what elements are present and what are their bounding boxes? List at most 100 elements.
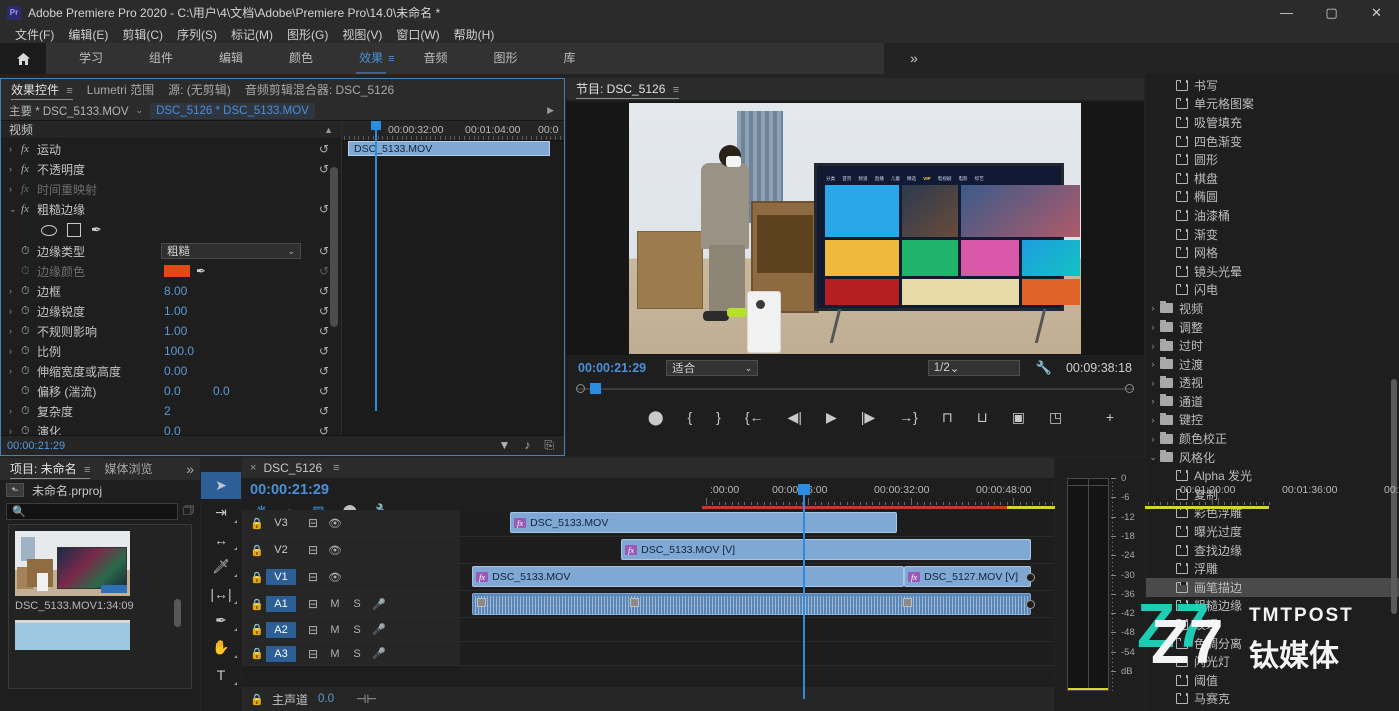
effects-folder-row[interactable]: › 通道 [1146, 392, 1399, 411]
timeline-clip[interactable]: fx DSC_5133.MOV [V] [621, 539, 1031, 560]
param-value[interactable]: 1.00 [164, 304, 187, 318]
timeline-current-timecode[interactable]: 00:00:21:29 [242, 478, 462, 498]
twirl-icon[interactable]: › [1146, 322, 1160, 332]
video-section-header[interactable]: 视频 ▲ [1, 121, 341, 139]
effects-item-row[interactable]: 画笔描边 [1146, 578, 1399, 597]
export-frame-button[interactable]: ▣ [1012, 409, 1025, 426]
rectangle-mask-icon[interactable] [67, 223, 81, 237]
workspace-tab-libraries[interactable]: 库 [541, 43, 599, 74]
effects-item-row[interactable]: 闪光灯 [1146, 652, 1399, 671]
timeline-clip[interactable] [472, 593, 1035, 615]
workspace-tab-editing[interactable]: 编辑 [196, 43, 266, 74]
menu-window[interactable]: 窗口(W) [389, 26, 446, 43]
slip-tool[interactable]: |↔| [201, 580, 241, 607]
lock-icon[interactable]: 🔒 [250, 693, 266, 706]
menu-edit[interactable]: 编辑(E) [61, 26, 115, 43]
stopwatch-icon[interactable]: ⏱ [21, 305, 37, 318]
add-marker-button[interactable]: ⬤ [648, 409, 664, 426]
twirl-icon[interactable]: › [9, 426, 21, 435]
workspace-tab-graphics[interactable]: 图形 [471, 43, 541, 74]
param-value-x[interactable]: 0.0 [164, 384, 181, 398]
home-icon[interactable] [0, 43, 46, 74]
pen-mask-icon[interactable]: ✒ [91, 222, 102, 238]
workspace-tab-effects[interactable]: 效果 [336, 43, 406, 74]
timeline-menu-icon[interactable]: ≡ [333, 462, 339, 474]
edge-type-select[interactable]: 粗糙 ⌄ [161, 243, 301, 259]
sync-lock-icon[interactable]: ⊟ [302, 570, 324, 584]
menu-sequence[interactable]: 序列(S) [170, 26, 224, 43]
timeline-playhead[interactable] [798, 484, 810, 699]
param-value[interactable]: 1.00 [164, 324, 187, 338]
razor-tool[interactable]: 🗡 [201, 553, 241, 580]
lock-icon[interactable]: 🔒 [250, 571, 266, 584]
master-track-value[interactable]: 0.0 [318, 693, 334, 705]
effects-item-row[interactable]: 浮雕 [1146, 559, 1399, 578]
effects-folder-row[interactable]: › 调整 [1146, 318, 1399, 337]
twirl-icon[interactable]: › [1146, 359, 1160, 369]
twirl-icon[interactable]: › [1146, 415, 1160, 425]
program-monitor-menu-icon[interactable]: ≡ [673, 79, 679, 100]
param-row-fractal-influence[interactable]: › ⏱ 不规则影响 1.00 ↺ [1, 321, 341, 341]
chevron-down-icon[interactable]: ⌄ [136, 105, 144, 116]
export-icon[interactable]: ⎘ [544, 438, 554, 453]
reset-icon[interactable]: ↺ [319, 304, 329, 318]
twirl-icon[interactable]: › [9, 184, 21, 194]
ripple-edit-tool[interactable]: ↔ [201, 526, 241, 553]
param-row-scale[interactable]: › ⏱ 比例 100.0 ↺ [1, 341, 341, 361]
menu-marker[interactable]: 标记(M) [224, 26, 280, 43]
lock-icon[interactable]: 🔒 [250, 647, 266, 660]
track-select-forward-tool[interactable]: ⇥ [201, 499, 241, 526]
param-row-edge-color[interactable]: ⏱ 边缘颜色 ✒ ↺ [1, 261, 341, 281]
solo-button[interactable]: S [346, 624, 368, 636]
workspace-tab-assembly[interactable]: 组件 [126, 43, 196, 74]
program-monitor-stage[interactable]: 分类 首页 频道 直播 儿童 精选 VIP 电视剧 电影 综艺 [566, 102, 1144, 355]
audio-meter-bars[interactable] [1067, 478, 1109, 691]
wrench-icon[interactable]: 🔧 [1036, 360, 1052, 376]
twirl-icon[interactable]: › [9, 164, 21, 174]
param-row-border[interactable]: › ⏱ 边框 8.00 ↺ [1, 281, 341, 301]
effects-folder-row[interactable]: › 过渡 [1146, 355, 1399, 374]
effects-item-row[interactable]: 圆形 [1146, 150, 1399, 169]
stopwatch-icon[interactable]: ⏱ [21, 345, 37, 358]
effect-row-time-remapping[interactable]: › fx 时间重映射 [1, 179, 341, 199]
menu-graphics[interactable]: 图形(G) [280, 26, 335, 43]
twirl-icon[interactable]: › [1146, 434, 1160, 444]
pan-balance-icon[interactable]: ⊣⊢ [356, 692, 377, 706]
footer-timecode[interactable]: 00:00:21:29 [7, 440, 65, 452]
stopwatch-icon[interactable]: ⏱ [21, 385, 37, 398]
tab-source-monitor[interactable]: 源: (无剪辑) [168, 79, 231, 101]
track-lane-v3[interactable]: fx DSC_5133.MOV [460, 510, 1054, 536]
effects-item-row[interactable]: Alpha 发光 [1146, 466, 1399, 485]
effects-item-row[interactable]: 马赛克 [1146, 690, 1399, 709]
microphone-icon[interactable]: 🎤 [368, 598, 390, 611]
close-button[interactable]: ✕ [1354, 0, 1399, 25]
param-row-edge-sharpness[interactable]: › ⏱ 边缘锐度 1.00 ↺ [1, 301, 341, 321]
effects-item-row[interactable]: 镜头光晕 [1146, 262, 1399, 281]
param-value[interactable]: 8.00 [164, 284, 187, 298]
timeline-clip[interactable]: fx DSC_5127.MOV [V] [904, 566, 1035, 587]
reset-icon[interactable]: ↺ [319, 284, 329, 298]
sync-lock-icon[interactable]: ⊟ [302, 516, 324, 530]
track-name-v3[interactable]: V3 [266, 515, 296, 531]
twirl-icon[interactable]: › [9, 306, 21, 316]
param-value[interactable]: 0.00 [164, 364, 187, 378]
effects-item-row[interactable]: 纹理 [1146, 615, 1399, 634]
play-arrow-icon[interactable]: ▶ [547, 105, 554, 116]
effects-item-row[interactable]: 阈值 [1146, 671, 1399, 690]
solo-button[interactable]: S [346, 598, 368, 610]
find-icon[interactable]: 🗇 [183, 501, 194, 522]
menu-help[interactable]: 帮助(H) [447, 26, 502, 43]
program-scrubber[interactable] [576, 383, 1134, 395]
effects-item-row[interactable]: 四色渐变 [1146, 132, 1399, 151]
param-value[interactable]: 2 [164, 404, 171, 418]
navigate-up-icon[interactable]: ⬑ [6, 483, 24, 497]
effects-item-row[interactable]: 色调分离 [1146, 634, 1399, 653]
effects-item-row[interactable]: 闪电 [1146, 281, 1399, 300]
stopwatch-icon[interactable]: ⏱ [21, 265, 37, 278]
twirl-icon[interactable]: › [1146, 378, 1160, 388]
playback-resolution-select[interactable]: 1/2 ⌄ [927, 360, 1020, 376]
mark-in-button[interactable]: { [687, 409, 692, 425]
twirl-icon[interactable]: › [9, 144, 21, 154]
eyedropper-icon[interactable]: ✒ [196, 264, 206, 278]
reset-icon[interactable]: ↺ [319, 324, 329, 338]
